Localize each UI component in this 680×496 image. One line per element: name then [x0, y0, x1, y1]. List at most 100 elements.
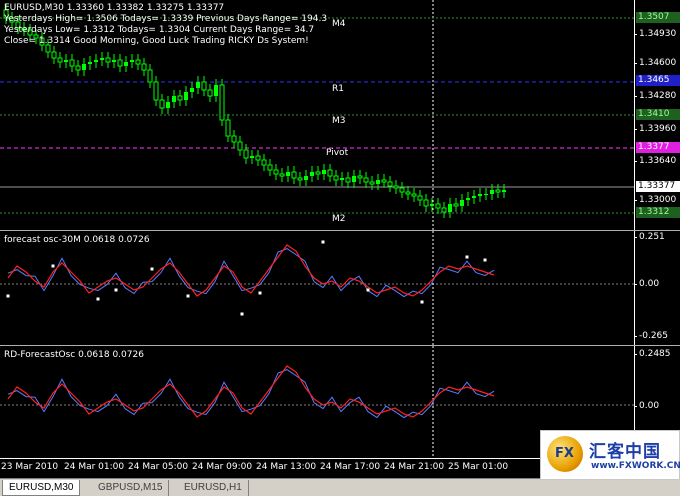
- price-scale[interactable]: 1.3507 1.34930 1.34600 1.3465 1.34280 1.…: [633, 0, 680, 230]
- osc2-tick-top: 0.2485: [634, 349, 671, 359]
- candle-body: [304, 176, 308, 180]
- tab-eurusd-h1[interactable]: EURUSD,H1: [178, 480, 249, 496]
- price-tick: 1.33960: [633, 124, 677, 134]
- candle-body: [322, 170, 326, 174]
- chart-header: EURUSD,M30 1.33360 1.33382 1.33275 1.333…: [4, 3, 225, 13]
- candle-body: [225, 119, 231, 137]
- candle-body: [117, 59, 123, 67]
- candle-body: [261, 159, 267, 166]
- candle-body: [466, 198, 470, 200]
- candle-body: [184, 92, 188, 100]
- time-label: 24 Mar 05:00: [128, 462, 189, 472]
- candle-body: [441, 207, 447, 213]
- candle-body: [315, 171, 321, 175]
- candle-body: [435, 203, 441, 209]
- candle-body: [237, 141, 243, 151]
- candle-body: [105, 57, 111, 63]
- candle-body: [219, 84, 225, 121]
- level-price-m4: 1.3507: [636, 12, 680, 23]
- candle-body: [448, 204, 452, 212]
- candle-body: [430, 204, 434, 206]
- candle-body: [112, 60, 116, 62]
- candle-body: [141, 63, 147, 71]
- candle-body: [190, 88, 194, 92]
- candle-body: [352, 176, 356, 182]
- rd-forecast-osc-pane[interactable]: RD-ForecastOsc 0.0618 0.0726: [0, 346, 634, 458]
- tab-gbpusd-m15[interactable]: GBPUSD,M15: [92, 480, 170, 496]
- time-scale[interactable]: 23 Mar 2010 24 Mar 01:00 24 Mar 05:00 24…: [0, 458, 634, 478]
- rd-forecast-osc-canvas[interactable]: [0, 346, 634, 458]
- candle-body: [381, 179, 387, 183]
- candle-body: [297, 177, 303, 181]
- candle-body: [310, 172, 314, 176]
- last-price-badge: 1.33377: [636, 181, 680, 192]
- osc-marker-dot: [96, 297, 100, 301]
- candle-body: [376, 180, 380, 184]
- candle-body: [405, 191, 411, 195]
- fxwork-logo: FX 汇客中国 www.FXWORK.CN: [540, 430, 680, 480]
- time-label: 24 Mar 21:00: [384, 462, 445, 472]
- osc-marker-dot: [258, 291, 262, 295]
- candle-body: [460, 200, 464, 206]
- candle-body: [88, 62, 92, 64]
- candle-body: [57, 57, 63, 63]
- level-label-m2: M2: [332, 214, 346, 224]
- time-label: 23 Mar 2010: [1, 462, 59, 472]
- candle-body: [214, 85, 218, 96]
- candle-body: [64, 60, 68, 62]
- candle-body: [502, 190, 506, 192]
- osc1-tick-zero: 0.00: [633, 279, 660, 289]
- candle-body: [345, 177, 351, 183]
- osc-marker-dot: [420, 300, 424, 304]
- yesterday-low-line: Yesterdays Low= 1.3312 Todays= 1.3304 Cu…: [4, 25, 315, 35]
- osc1-tick-bottom: -0.265: [633, 331, 669, 341]
- candle-body: [478, 194, 482, 196]
- time-label: 25 Mar 01:00: [448, 462, 509, 472]
- candle-body: [267, 164, 273, 171]
- osc2-tick-zero: 0.00: [633, 401, 660, 411]
- time-label: 24 Mar 01:00: [64, 462, 125, 472]
- candle-body: [94, 60, 98, 62]
- price-tick: 1.33000: [633, 195, 677, 205]
- osc-marker-dot: [465, 255, 469, 259]
- tab-eurusd-m30[interactable]: EURUSD,M30: [2, 480, 81, 496]
- osc-marker-dot: [366, 288, 370, 292]
- price-tick: 1.34280: [633, 91, 677, 101]
- candle-body: [124, 62, 128, 66]
- osc-signal-line: [7, 369, 495, 419]
- candle-body: [333, 175, 339, 181]
- candle-body: [82, 64, 86, 70]
- osc-marker-dot: [6, 294, 10, 298]
- time-label: 24 Mar 17:00: [320, 462, 381, 472]
- osc-marker-dot: [483, 258, 487, 262]
- candle-body: [231, 135, 237, 143]
- price-tick: 1.34600: [633, 58, 677, 68]
- logo-url: www.FXWORK.CN: [591, 461, 680, 471]
- level-label-m3: M3: [332, 116, 346, 126]
- level-price-r1: 1.3410: [636, 109, 680, 120]
- candle-body: [51, 51, 57, 59]
- level-label-r1: R1: [332, 84, 344, 94]
- candle-body: [159, 99, 165, 109]
- osc1-scale[interactable]: 0.251 0.00 -0.265: [633, 231, 680, 345]
- forecast-osc-canvas[interactable]: [0, 231, 634, 345]
- candle-body: [417, 195, 423, 201]
- logo-title: 汇客中国: [589, 442, 661, 462]
- osc-signal-line: [7, 248, 495, 298]
- candle-body: [484, 194, 488, 195]
- candle-body: [393, 185, 399, 189]
- osc-marker-dot: [114, 288, 118, 292]
- main-price-chart[interactable]: EURUSD,M30 1.33360 1.33382 1.33275 1.333…: [0, 0, 634, 230]
- osc-marker-dot: [51, 264, 55, 268]
- candle-body: [411, 193, 417, 197]
- candle-body: [369, 181, 375, 185]
- level-label-m4: M4: [332, 19, 346, 29]
- chart-tab-bar: EURUSD,M30 GBPUSD,M15 EURUSD,H1: [0, 478, 680, 496]
- logo-emblem-icon: FX: [547, 436, 583, 472]
- osc1-tick-top: 0.251: [634, 232, 665, 242]
- candle-body: [196, 82, 200, 88]
- candle-body: [490, 190, 494, 194]
- candle-body: [423, 199, 429, 207]
- forecast-osc-pane[interactable]: forecast osc-30M 0.0618 0.0726: [0, 231, 634, 345]
- candle-body: [472, 196, 476, 198]
